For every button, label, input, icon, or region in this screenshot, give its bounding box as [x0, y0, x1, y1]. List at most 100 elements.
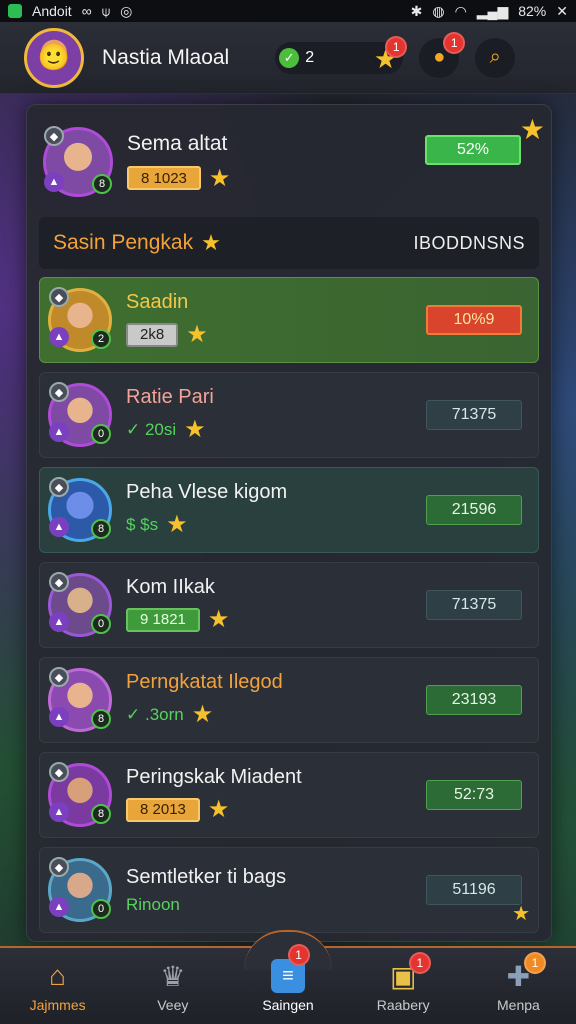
battery-text: 82% — [518, 3, 547, 19]
rank-icon: ◆ — [44, 126, 64, 146]
list-item[interactable]: ◆ ▲ 2 Saadin 2k8 ★ 10%9 — [39, 277, 539, 363]
class-icon: ▲ — [49, 802, 69, 822]
avatar: ◆ ▲ 0 — [48, 382, 112, 447]
face-icon: 🙂 — [37, 42, 71, 72]
class-icon: ▲ — [49, 612, 69, 632]
star-icon: ★ — [184, 416, 206, 443]
gem-counter[interactable]: ✓ 2 ★ 1 — [275, 35, 408, 74]
crown-icon: ♛ — [160, 960, 186, 992]
my-percent-box: 52% — [425, 135, 521, 165]
my-score-badge: 8 1023 — [127, 166, 201, 190]
level-icon: 8 — [91, 709, 111, 729]
rank-icon: ◆ — [49, 477, 69, 497]
status-bar: Andoit ∞ ⍦ ◎ ✱ ◍ ◠ ▂▄▆ 82% ✕ — [0, 0, 576, 22]
gem-count: 2 — [305, 48, 315, 66]
list-item[interactable]: ◆ ▲ 0 Ratie Pari ✓ 20si ★ 71375 — [39, 372, 539, 458]
nav-item-view[interactable]: ♛ Veey — [115, 948, 230, 1024]
nav-item-ranking[interactable]: ≡ 1 Saingen — [230, 944, 345, 1024]
level-icon: 0 — [91, 424, 111, 444]
cast-icon: ◎ — [120, 3, 133, 19]
notification-badge: 1 — [524, 952, 547, 974]
my-avatar: ◆ ▲ 8 — [43, 126, 113, 197]
bluetooth-icon: ✱ — [410, 3, 423, 19]
score-text: ✓ 20si — [126, 419, 177, 439]
nav-item-menu[interactable]: ✚ 1 Menpa — [461, 948, 576, 1024]
star-icon: ★ — [201, 230, 221, 255]
avatar: ◆ ▲ 8 — [48, 667, 112, 732]
class-icon: ▲ — [49, 897, 69, 917]
class-icon: ▲ — [49, 327, 69, 347]
score-text: $ $s — [126, 514, 159, 534]
player-name: Semtletker ti bags — [126, 865, 287, 888]
player-name: Perngkatat Ilegod — [126, 671, 283, 693]
nav-label: Raabery — [376, 997, 430, 1013]
class-icon: ▲ — [49, 517, 69, 537]
star-icon: ★ — [186, 321, 208, 348]
score-badge: 2k8 — [126, 322, 179, 347]
infinity-icon: ∞ — [81, 3, 92, 19]
score-value: 10%9 — [426, 305, 522, 335]
player-name: Nastia Mlaoal — [102, 45, 230, 69]
score-badge: 9 1821 — [126, 607, 200, 632]
star-icon: ★ — [207, 606, 230, 633]
chat-button[interactable]: ● 1 — [419, 31, 466, 78]
avatar: ◆ ▲ 2 — [48, 287, 112, 352]
level-icon: 0 — [91, 899, 111, 919]
leaderboard-panel: ★ ◆ ▲ 8 Sema altat 8 1023 ★ 52% Sasin Pe… — [26, 104, 552, 942]
rank-icon: ◆ — [49, 667, 69, 687]
nav-label: Saingen — [262, 997, 314, 1013]
list-item[interactable]: ◆ ▲ 0 Kom IIkak 9 1821 ★ 71375 — [39, 562, 539, 648]
search-button[interactable]: ⌕ — [475, 37, 516, 78]
search-icon: ⌕ — [489, 46, 501, 68]
notification-badge: 1 — [385, 35, 408, 58]
score-value: 51196 — [426, 875, 522, 905]
pin-icon: ⍦ — [101, 3, 111, 19]
nav-label: Veey — [157, 997, 189, 1013]
close-icon[interactable]: ✕ — [556, 4, 568, 18]
status-left-text: Andoit — [32, 3, 72, 19]
notification-badge: 1 — [287, 944, 310, 966]
rank-icon: ◆ — [49, 572, 69, 592]
level-icon: 8 — [91, 519, 111, 539]
star-icon: ★ — [512, 903, 530, 925]
signal-icon: ▂▄▆ — [476, 3, 509, 19]
home-icon: ⌂ — [49, 960, 67, 991]
section-title: Sasin Pengkak — [53, 231, 194, 254]
list-item[interactable]: ◆ ▲ 8 Peha Vlese kigom $ $s ★ 21596 — [39, 467, 539, 553]
score-badge: 8 2013 — [126, 797, 200, 822]
list-item[interactable]: ◆ ▲ 0 Semtletker ti bags Rinoon 51196 ★ — [39, 847, 539, 933]
chat-bubble-icon: ● — [433, 46, 446, 68]
class-icon: ▲ — [49, 422, 69, 442]
player-name: Kom IIkak — [126, 576, 215, 598]
score-text: ✓ .3orn — [126, 704, 184, 724]
score-value: 52:73 — [426, 780, 522, 810]
class-icon: ▲ — [49, 707, 69, 727]
notification-badge: 1 — [408, 952, 431, 974]
data-icon: ◍ — [432, 3, 445, 19]
star-icon: ★ — [208, 164, 231, 192]
player-avatar[interactable]: 🙂 — [24, 27, 84, 88]
score-value: 71375 — [426, 590, 522, 620]
class-icon: ▲ — [44, 172, 64, 192]
avatar: ◆ ▲ 0 — [48, 857, 112, 922]
level-icon: 2 — [91, 329, 111, 349]
section-header: Sasin Pengkak ★ IBODDNSNS — [39, 217, 539, 269]
nav-label: Jajmmes — [29, 997, 86, 1013]
score-value: 23193 — [426, 685, 522, 715]
app-badge-icon — [8, 4, 22, 18]
player-name: Peringskak Miadent — [126, 766, 302, 788]
avatar: ◆ ▲ 0 — [48, 572, 112, 637]
list-item[interactable]: ◆ ▲ 8 Perngkatat Ilegod ✓ .3orn ★ 23193 — [39, 657, 539, 743]
leaderboard-list: ◆ ▲ 2 Saadin 2k8 ★ 10%9 ◆ ▲ 0 Ratie Pari — [39, 277, 539, 942]
list-item[interactable]: ◆ ▲ 8 Peringskak Miadent 8 2013 ★ 52:73 — [39, 752, 539, 838]
sort-toggle[interactable]: IBODDNSNS — [413, 233, 525, 254]
score-text: Rinoon — [126, 894, 180, 914]
nav-item-home[interactable]: ⌂ Jajmmes — [0, 948, 115, 1024]
player-name: Saadin — [126, 291, 189, 313]
star-icon: ★ — [166, 511, 188, 538]
avatar: ◆ ▲ 8 — [48, 477, 112, 542]
rank-icon: ◆ — [49, 762, 69, 782]
notification-badge: 1 — [443, 31, 466, 54]
my-rank-card[interactable]: ◆ ▲ 8 Sema altat 8 1023 ★ 52% — [43, 117, 537, 207]
nav-item-shop[interactable]: ▣ 1 Raabery — [346, 948, 461, 1024]
